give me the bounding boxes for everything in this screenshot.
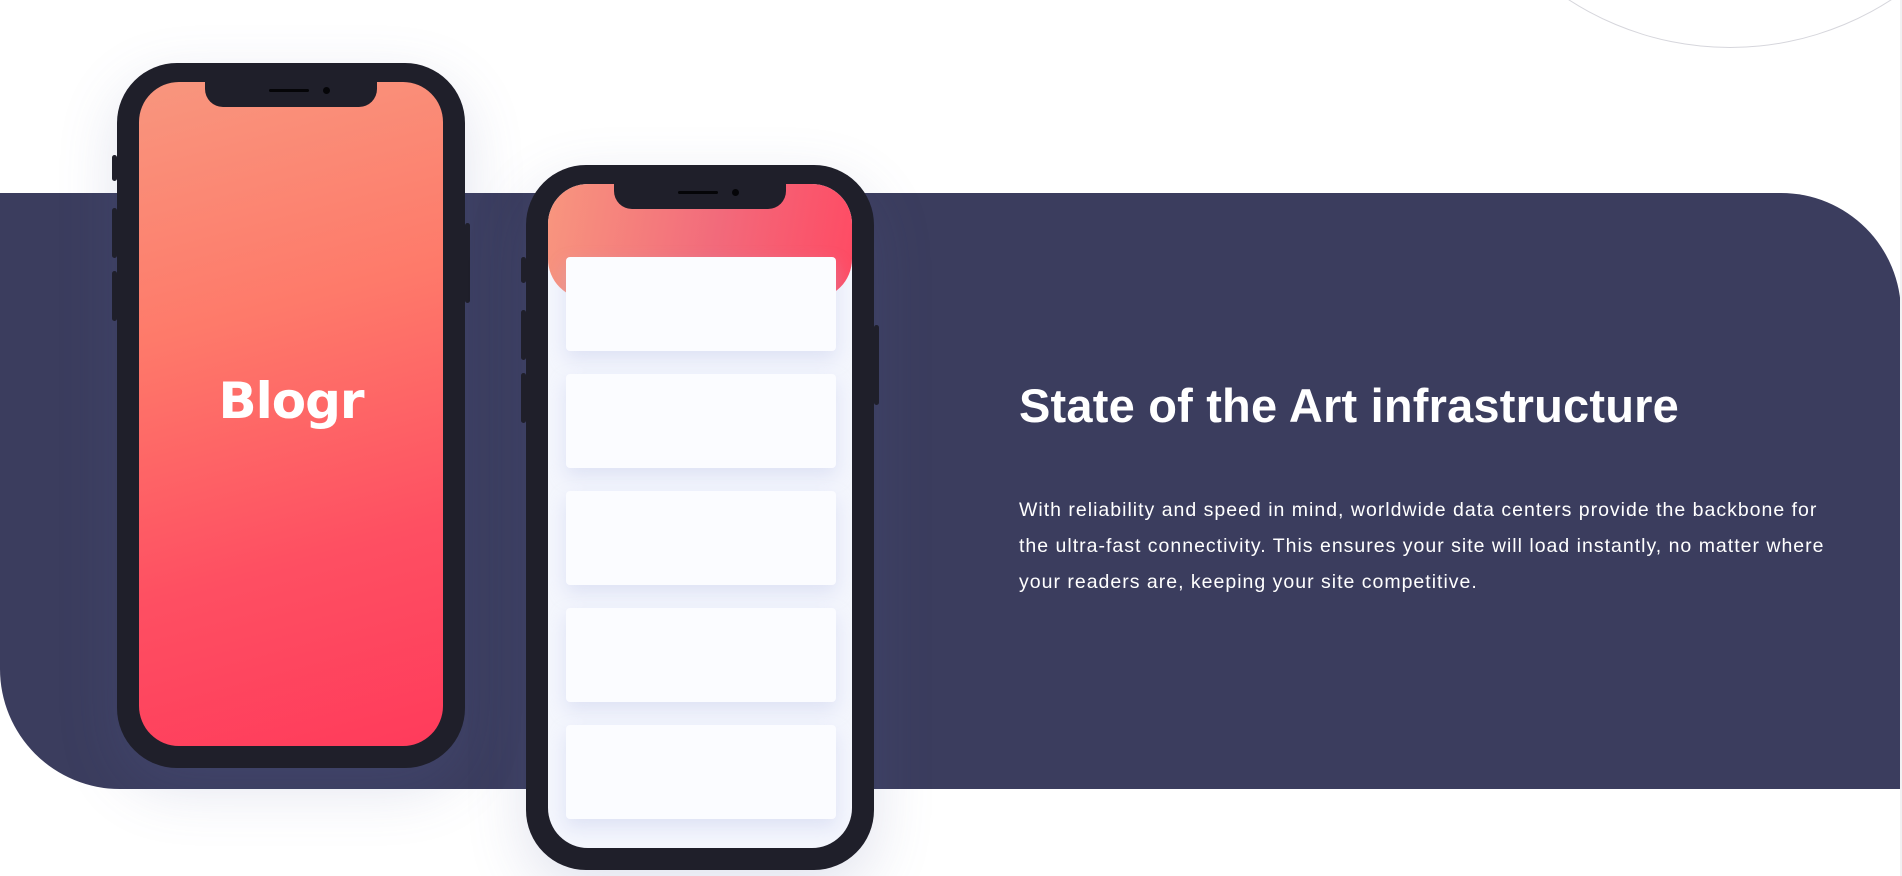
- phone-volume-up: [521, 310, 526, 360]
- phone-notch: [205, 82, 377, 107]
- content-card: [566, 257, 836, 351]
- section-description: With reliability and speed in mind, worl…: [1019, 499, 1825, 593]
- speaker-icon: [678, 191, 718, 194]
- phone-volume-down: [112, 271, 117, 321]
- section-title: State of the Art infrastructure: [1019, 379, 1679, 432]
- speaker-icon: [269, 89, 309, 92]
- content-card: [566, 608, 836, 702]
- phone-volume-down: [521, 373, 526, 423]
- camera-icon: [323, 87, 330, 94]
- phone-screen: Blogr: [139, 82, 443, 746]
- decorative-circle: [1430, 0, 1902, 48]
- content-card: [566, 374, 836, 468]
- phone-mockup-left: Blogr: [112, 63, 470, 768]
- content-card: [566, 491, 836, 585]
- phone-power-button: [465, 223, 470, 303]
- camera-icon: [732, 189, 739, 196]
- phone-volume-up: [112, 208, 117, 258]
- phone-power-button: [874, 325, 879, 405]
- phone-screen: [548, 184, 852, 848]
- phone-mockup-right: [521, 165, 879, 870]
- phone-mute-switch: [521, 257, 526, 283]
- brand-logo: Blogr: [218, 372, 364, 430]
- page: Blogr State of the Art infrastructure Wi…: [0, 0, 1902, 876]
- phone-notch: [614, 184, 786, 209]
- content-card: [566, 725, 836, 819]
- phone-mute-switch: [112, 155, 117, 181]
